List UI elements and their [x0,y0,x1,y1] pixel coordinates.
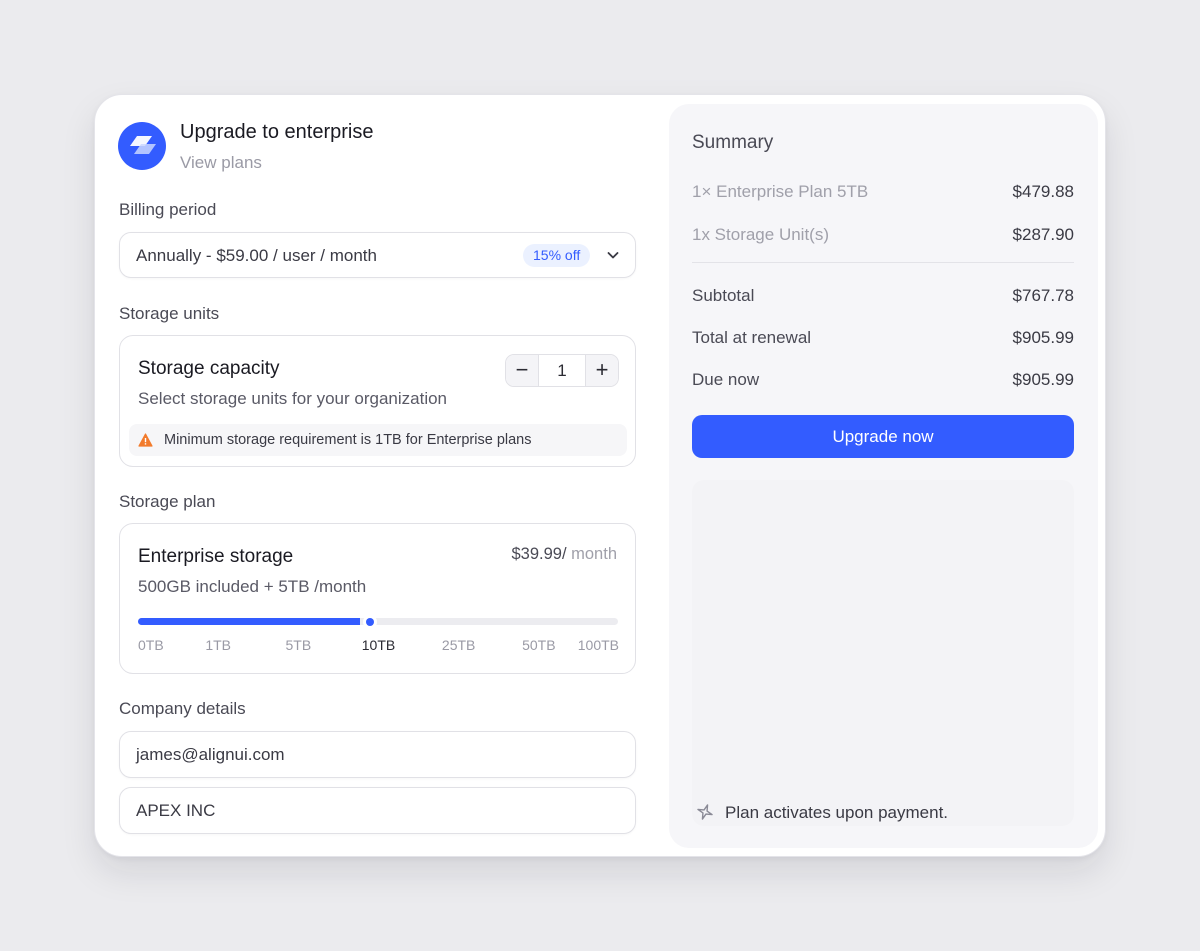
billing-period-select[interactable]: Annually - $59.00 / user / month 15% off [119,232,636,278]
storage-plan-card: Enterprise storage $39.99/ month 500GB i… [119,523,636,674]
quantity-value[interactable]: 1 [539,355,585,386]
slider-tick-label[interactable]: 50TB [522,637,555,653]
company-details-label: Company details [119,699,246,718]
storage-slider-fill [138,618,360,625]
slider-tick-label[interactable]: 0TB [138,637,164,653]
quantity-stepper: − 1 + [505,354,619,387]
renewal-total-value: $905.99 [1012,328,1074,347]
subtotal-value: $767.78 [1012,286,1074,305]
storage-slider-handle[interactable] [366,617,374,626]
company-name-value: APEX INC [136,801,216,820]
slider-tick-label[interactable]: 10TB [362,637,395,653]
storage-capacity-card: Storage capacity Select storage units fo… [119,335,636,467]
activation-note-text: Plan activates upon payment. [725,803,949,822]
upgrade-now-button[interactable]: Upgrade now [692,415,1074,458]
storage-warning-text: Minimum storage requirement is 1TB for E… [164,432,532,448]
chevron-down-icon[interactable] [606,248,620,262]
due-now-value: $905.99 [1012,370,1074,389]
upgrade-form: Upgrade to enterprise View plans Billing… [118,95,636,856]
sparkle-icon [697,804,713,820]
storage-plan-description: 500GB included + 5TB /month [138,577,367,596]
due-now-label: Due now [692,370,760,389]
line-item-value: $479.88 [1012,182,1074,201]
subtotal-label: Subtotal [692,286,755,305]
storage-plan-price: $39.99/ month [511,545,617,564]
storage-capacity-title: Storage capacity [138,358,280,379]
storage-plan-title: Enterprise storage [138,546,294,567]
price-unit: month [566,545,617,563]
price-amount: $39.99/ [511,545,567,563]
summary-divider [692,262,1074,263]
line-item-value: $287.90 [1012,225,1074,244]
slider-tick-label[interactable]: 1TB [205,637,231,653]
line-item-label: 1× Enterprise Plan 5TB [692,182,869,201]
slider-tick-label[interactable]: 100TB [578,637,619,653]
line-item-label: 1x Storage Unit(s) [692,225,829,244]
slider-tick-label[interactable]: 25TB [442,637,475,653]
storage-plan-label: Storage plan [119,492,216,511]
company-name-field[interactable]: APEX INC [119,787,636,834]
storage-slider-ticks: 0TB 1TB 5TB 10TB 25TB 50TB 100TB [138,637,619,657]
email-value: james@alignui.com [136,745,285,764]
warning-icon [138,433,153,447]
brand-logo-icon [118,122,166,170]
upgrade-card: Upgrade to enterprise View plans Billing… [94,94,1106,857]
storage-units-label: Storage units [119,304,220,323]
slider-tick-label[interactable]: 5TB [285,637,311,653]
renewal-total-label: Total at renewal [692,328,812,347]
summary-empty-panel [692,480,1074,826]
billing-period-value: Annually - $59.00 / user / month [136,246,377,265]
summary-panel: Summary 1× Enterprise Plan 5TB $479.88 1… [669,104,1098,848]
page-title: Upgrade to enterprise [180,121,374,143]
storage-slider-track[interactable] [138,617,618,626]
view-plans-link[interactable]: View plans [180,153,262,173]
summary-title: Summary [692,132,774,153]
storage-warning-notice: Minimum storage requirement is 1TB for E… [129,424,627,456]
email-field[interactable]: james@alignui.com [119,731,636,778]
increment-button[interactable]: + [585,355,618,386]
billing-period-label: Billing period [119,200,217,219]
decrement-button[interactable]: − [506,355,539,386]
storage-capacity-description: Select storage units for your organizati… [138,389,448,408]
discount-badge: 15% off [523,244,591,267]
